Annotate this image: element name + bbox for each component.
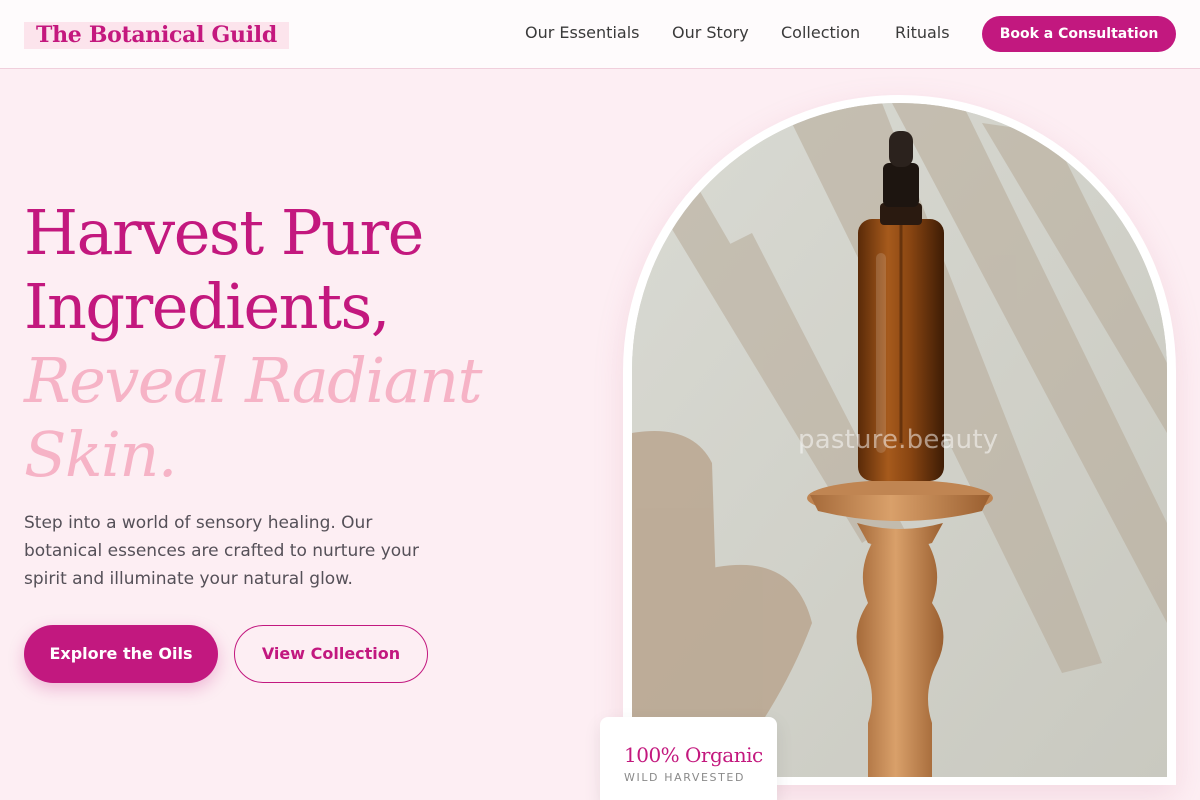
book-consultation-button[interactable]: Book a Consultation (982, 16, 1176, 52)
organic-badge: 100% Organic WILD HARVESTED (600, 717, 777, 800)
hero-lead-text: Step into a world of sensory healing. Ou… (24, 513, 419, 589)
badge-subtitle: WILD HARVESTED (624, 771, 746, 784)
nav-collection[interactable]: Collection (781, 22, 860, 44)
headline-line-2: Ingredients, (24, 270, 391, 343)
view-collection-button[interactable]: View Collection (234, 625, 428, 683)
image-watermark: pasture.beauty (798, 425, 999, 455)
explore-oils-button[interactable]: Explore the Oils (24, 625, 218, 683)
badge-title: 100% Organic (624, 743, 763, 767)
nav-our-story[interactable]: Our Story (672, 22, 749, 44)
site-header: The Botanical Guild Our Essentials Our S… (0, 0, 1200, 69)
nav-rituals[interactable]: Rituals (895, 22, 950, 44)
brand-logo[interactable]: The Botanical Guild (24, 22, 289, 49)
headline-line-1: Harvest Pure (24, 196, 424, 269)
hero-headline: Harvest Pure Ingredients, Reveal Radiant… (24, 196, 584, 492)
headline-line-4: Skin. (24, 418, 178, 491)
headline-line-3: Reveal Radiant (24, 344, 483, 417)
nav-our-essentials[interactable]: Our Essentials (525, 22, 639, 44)
